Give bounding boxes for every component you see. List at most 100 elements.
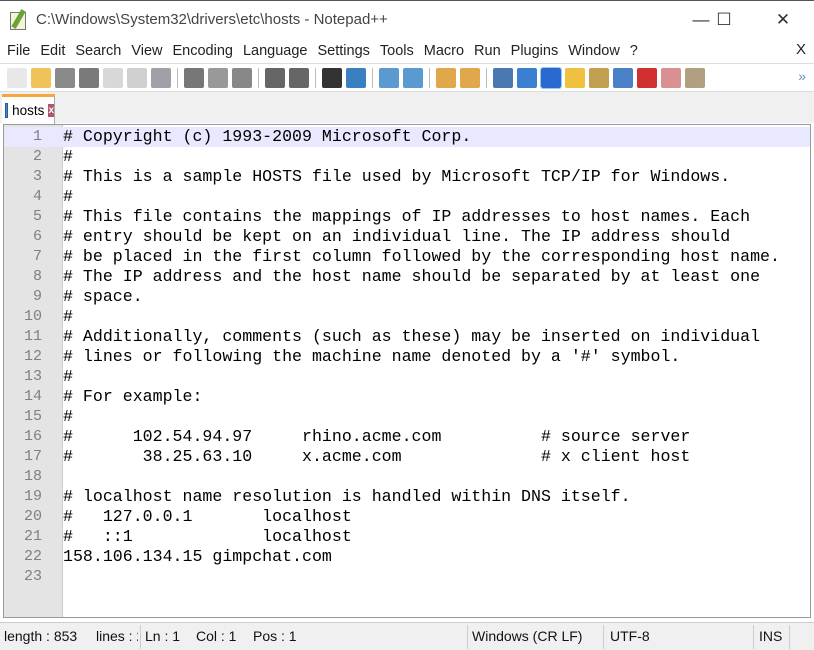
close-document-button[interactable]: X bbox=[796, 41, 806, 58]
zoom-in-icon[interactable] bbox=[379, 67, 399, 88]
toolbar-separator bbox=[486, 67, 487, 88]
line-text: # bbox=[63, 367, 73, 386]
status-encoding[interactable]: UTF-8 bbox=[610, 628, 650, 644]
toolbar-separator bbox=[372, 67, 373, 88]
save-icon[interactable] bbox=[55, 67, 75, 88]
line-text: # bbox=[63, 187, 73, 206]
menu-encoding[interactable]: Encoding bbox=[173, 43, 233, 59]
line-text: 158.106.134.15 gimpchat.com bbox=[63, 547, 332, 566]
notepad-plus-plus-icon bbox=[8, 8, 30, 31]
status-length: length : 853 bbox=[4, 628, 78, 644]
menu-tools[interactable]: Tools bbox=[380, 43, 414, 59]
editor-line[interactable]: 11 # Additionally, comments (such as thes… bbox=[4, 327, 810, 347]
editor-line[interactable]: 20 # 127.0.0.1 localhost bbox=[4, 507, 810, 527]
status-pos: Pos : 1 bbox=[253, 628, 297, 644]
editor-line[interactable]: 22 158.106.134.15 gimpchat.com bbox=[4, 547, 810, 567]
editor-line[interactable]: 9 # space. bbox=[4, 287, 810, 307]
editor-line[interactable]: 21 # ::1 localhost bbox=[4, 527, 810, 547]
menu-run[interactable]: Run bbox=[474, 43, 501, 59]
menu-view[interactable]: View bbox=[131, 43, 162, 59]
editor-line[interactable]: 19 # localhost name resolution is handled… bbox=[4, 487, 810, 507]
menu-file[interactable]: File bbox=[7, 43, 30, 59]
monitoring-icon[interactable] bbox=[685, 67, 705, 88]
new-file-icon[interactable] bbox=[7, 67, 27, 88]
editor-line[interactable]: 16 # 102.54.94.97 rhino.acme.com # source… bbox=[4, 427, 810, 447]
line-number: 17 bbox=[23, 448, 42, 465]
line-number: 9 bbox=[32, 288, 42, 305]
document-list-icon[interactable] bbox=[613, 67, 633, 88]
zoom-out-icon[interactable] bbox=[403, 67, 423, 88]
line-text: # ::1 localhost bbox=[63, 527, 352, 546]
cut-icon[interactable] bbox=[184, 67, 204, 88]
editor-line[interactable]: 1 # Copyright (c) 1993-2009 Microsoft Cor… bbox=[4, 127, 810, 147]
print-icon[interactable] bbox=[151, 67, 171, 88]
sync-vertical-icon[interactable] bbox=[436, 67, 456, 88]
menu-settings[interactable]: Settings bbox=[317, 43, 369, 59]
menu-help[interactable]: ? bbox=[630, 43, 638, 59]
line-number: 14 bbox=[23, 388, 42, 405]
editor-line[interactable]: 18 bbox=[4, 467, 810, 487]
line-text: # bbox=[63, 407, 73, 426]
editor-line[interactable]: 8 # The IP address and the host name shou… bbox=[4, 267, 810, 287]
editor-line[interactable]: 23 bbox=[4, 567, 810, 587]
document-map-icon[interactable] bbox=[589, 67, 609, 88]
replace-icon[interactable] bbox=[346, 67, 366, 88]
sync-horizontal-icon[interactable] bbox=[460, 67, 480, 88]
line-number: 4 bbox=[32, 188, 42, 205]
editor-line[interactable]: 10 # bbox=[4, 307, 810, 327]
tab-hosts[interactable]: hosts x bbox=[2, 94, 55, 124]
menu-language[interactable]: Language bbox=[243, 43, 308, 59]
find-icon[interactable] bbox=[322, 67, 342, 88]
word-wrap-icon[interactable] bbox=[493, 67, 513, 88]
line-text: # be placed in the first column followed… bbox=[63, 247, 780, 266]
line-number: 7 bbox=[32, 248, 42, 265]
user-defined-language-icon[interactable] bbox=[565, 67, 585, 88]
editor-line[interactable]: 5 # This file contains the mappings of IP… bbox=[4, 207, 810, 227]
close-all-icon[interactable] bbox=[127, 67, 147, 88]
close-button[interactable]: ✕ bbox=[760, 1, 806, 39]
undo-icon[interactable] bbox=[265, 67, 285, 88]
open-file-icon[interactable] bbox=[31, 67, 51, 88]
line-number: 20 bbox=[23, 508, 42, 525]
menu-plugins[interactable]: Plugins bbox=[511, 43, 559, 59]
folder-as-workspace-icon[interactable] bbox=[661, 67, 681, 88]
status-eol[interactable]: Windows (CR LF) bbox=[472, 628, 582, 644]
status-insert-mode[interactable]: INS bbox=[759, 628, 782, 644]
tab-close-button[interactable]: x bbox=[48, 104, 54, 117]
editor-line[interactable]: 3 # This is a sample HOSTS file used by M… bbox=[4, 167, 810, 187]
editor-line[interactable]: 13 # bbox=[4, 367, 810, 387]
editor-line[interactable]: 4 # bbox=[4, 187, 810, 207]
line-text: # bbox=[63, 307, 73, 326]
line-text: # space. bbox=[63, 287, 143, 306]
editor-line[interactable]: 2 # bbox=[4, 147, 810, 167]
menu-macro[interactable]: Macro bbox=[424, 43, 464, 59]
indent-guide-icon[interactable] bbox=[540, 66, 562, 89]
editor-line[interactable]: 6 # entry should be kept on an individual… bbox=[4, 227, 810, 247]
line-text: # This is a sample HOSTS file used by Mi… bbox=[63, 167, 731, 186]
save-all-icon[interactable] bbox=[79, 67, 99, 88]
function-list-icon[interactable] bbox=[637, 67, 657, 88]
toolbar-separator bbox=[177, 67, 178, 88]
tab-bar: hosts x bbox=[0, 91, 814, 124]
text-editor[interactable]: 1 # Copyright (c) 1993-2009 Microsoft Cor… bbox=[3, 124, 811, 618]
paste-icon[interactable] bbox=[232, 67, 252, 88]
maximize-button[interactable]: ☐ bbox=[701, 1, 747, 39]
menu-window[interactable]: Window bbox=[568, 43, 620, 59]
show-all-chars-icon[interactable] bbox=[517, 67, 537, 88]
editor-line[interactable]: 15 # bbox=[4, 407, 810, 427]
toolbar-overflow-button[interactable]: » bbox=[798, 68, 806, 84]
line-number: 23 bbox=[23, 568, 42, 585]
line-text: # 102.54.94.97 rhino.acme.com # source s… bbox=[63, 427, 691, 446]
editor-line[interactable]: 14 # For example: bbox=[4, 387, 810, 407]
editor-line[interactable]: 17 # 38.25.63.10 x.acme.com # x client ho… bbox=[4, 447, 810, 467]
menu-edit[interactable]: Edit bbox=[40, 43, 65, 59]
close-icon[interactable] bbox=[103, 67, 123, 88]
line-number: 1 bbox=[32, 128, 42, 145]
editor-line[interactable]: 7 # be placed in the first column followe… bbox=[4, 247, 810, 267]
editor-line[interactable]: 12 # lines or following the machine name … bbox=[4, 347, 810, 367]
redo-icon[interactable] bbox=[289, 67, 309, 88]
line-number: 21 bbox=[23, 528, 42, 545]
copy-icon[interactable] bbox=[208, 67, 228, 88]
title-bar: C:\Windows\System32\drivers\etc\hosts - … bbox=[0, 0, 814, 38]
menu-search[interactable]: Search bbox=[75, 43, 121, 59]
